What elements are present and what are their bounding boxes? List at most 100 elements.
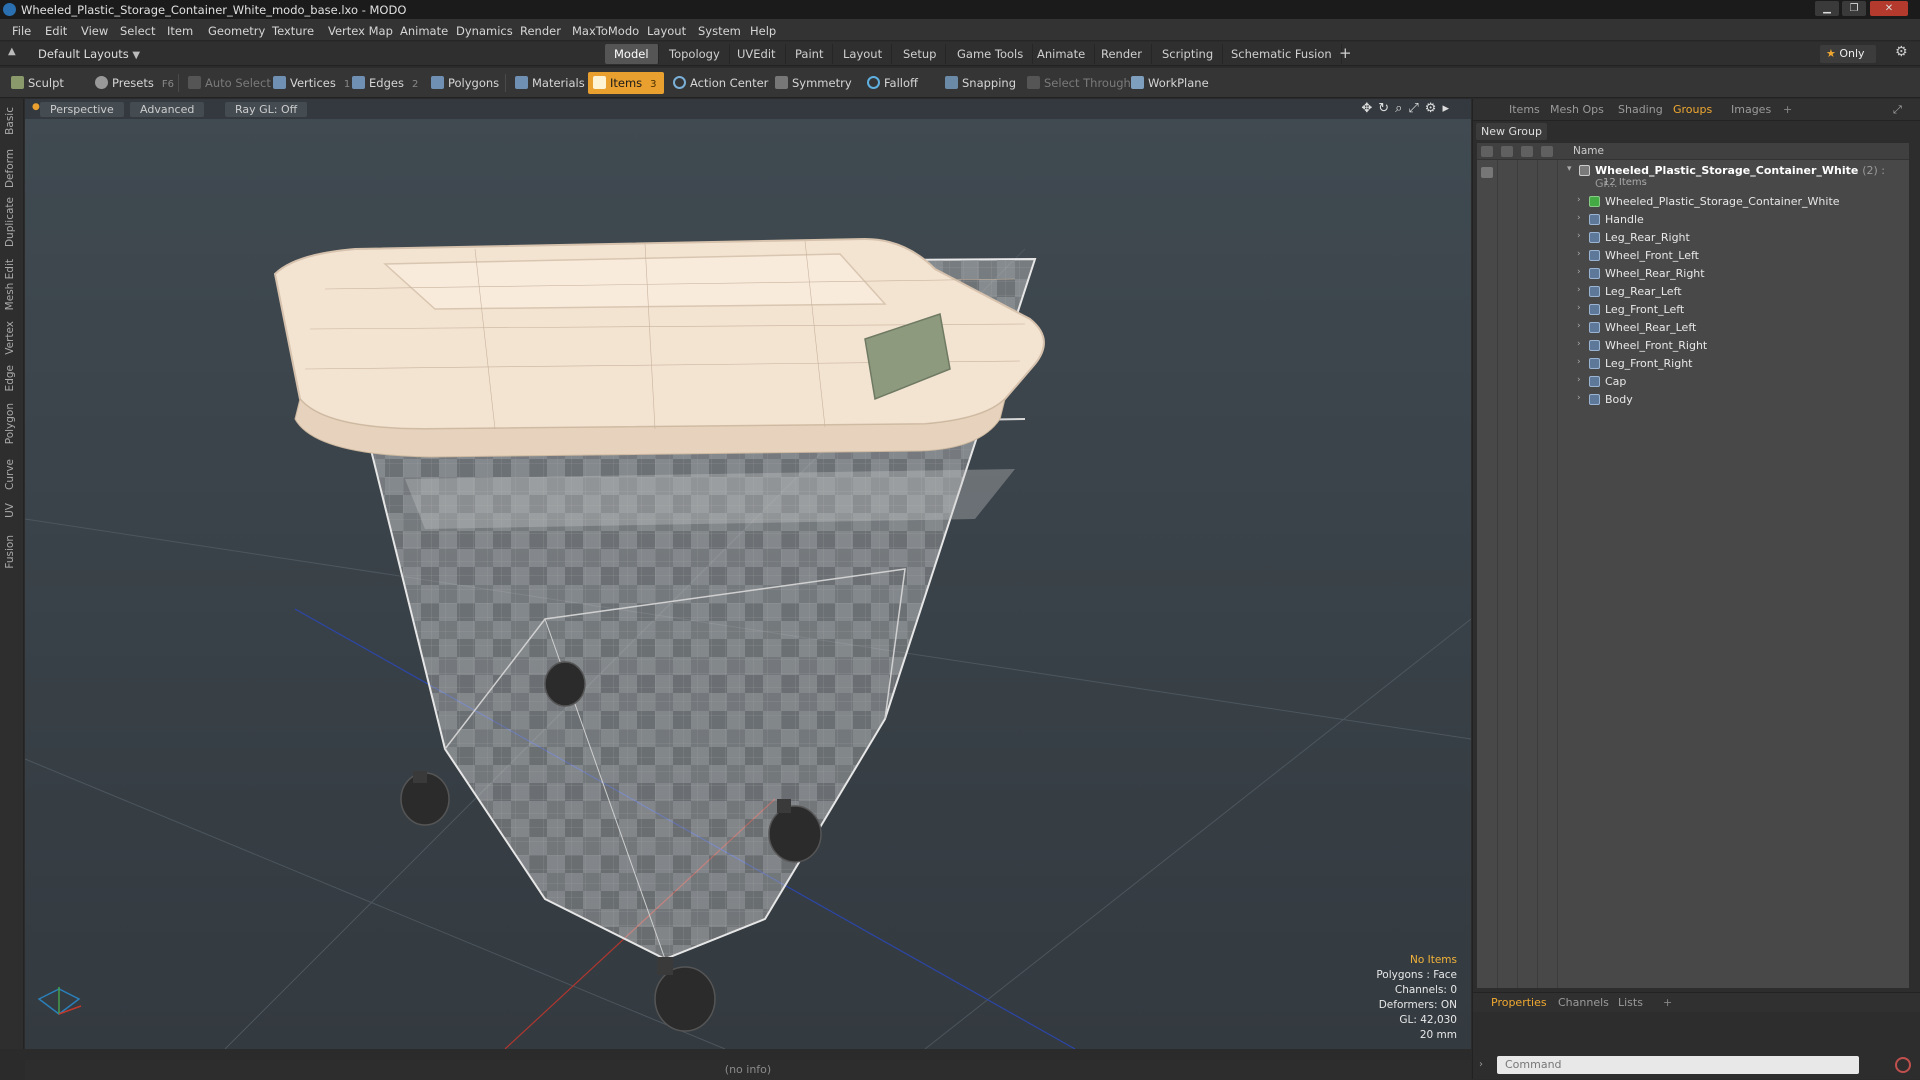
tab-setup[interactable]: Setup — [894, 44, 947, 64]
menu-vertex-map[interactable]: Vertex Map — [328, 24, 393, 38]
tab-model[interactable]: Model — [605, 44, 659, 64]
snapping-button[interactable]: Snapping — [940, 72, 1024, 94]
shading-button[interactable]: Advanced — [130, 102, 205, 117]
add-tab-button[interactable]: + — [1330, 44, 1361, 64]
chevron-right-icon[interactable]: › — [1577, 195, 1581, 205]
sculpt-button[interactable]: Sculpt — [6, 72, 72, 94]
chevron-right-icon[interactable]: › — [1577, 393, 1581, 403]
viewport-nav-icons[interactable]: ✥↻⌕⤢⚙▸ — [1361, 101, 1455, 116]
lefttab-curve[interactable]: Curve — [4, 459, 16, 490]
maximize-button[interactable]: ❐ — [1842, 1, 1866, 16]
group-item-row[interactable]: › Wheel_Rear_Right — [1477, 265, 1909, 283]
command-input[interactable]: Command — [1497, 1056, 1859, 1074]
group-item-row[interactable]: › Wheel_Rear_Left — [1477, 319, 1909, 337]
tab-scripting[interactable]: Scripting — [1153, 44, 1224, 64]
chevron-down-icon[interactable]: ▾ — [1567, 164, 1572, 174]
symmetry-button[interactable]: Symmetry — [770, 72, 860, 94]
lefttab-duplicate[interactable]: Duplicate — [4, 197, 16, 247]
menu-item[interactable]: Item — [167, 24, 193, 38]
lefttab-edge[interactable]: Edge — [4, 365, 16, 391]
menu-system[interactable]: System — [698, 24, 741, 38]
chevron-right-icon[interactable]: › — [1577, 303, 1581, 313]
lefttab-deform[interactable]: Deform — [4, 149, 16, 188]
tab-items[interactable]: Items — [1509, 103, 1540, 116]
tab-uvedit[interactable]: UVEdit — [728, 44, 786, 64]
chevron-right-icon[interactable]: › — [1577, 213, 1581, 223]
tab-layout[interactable]: Layout — [834, 44, 893, 64]
name-column-header[interactable]: Name — [1573, 145, 1604, 157]
chevron-right-icon[interactable]: › — [1577, 375, 1581, 385]
chevron-right-icon[interactable]: › — [1577, 267, 1581, 277]
layouts-dropdown[interactable]: Default Layouts ▼ — [38, 47, 140, 61]
expand-panel-icon[interactable]: ⤢ — [1893, 103, 1902, 117]
presets-button[interactable]: Presets F6 — [90, 72, 182, 94]
gear-icon[interactable]: ⚙ — [1895, 44, 1908, 60]
group-item-row[interactable]: › Leg_Front_Left — [1477, 301, 1909, 319]
view-mode-button[interactable]: Perspective — [40, 102, 124, 117]
tab-paint[interactable]: Paint — [786, 44, 834, 64]
collapse-icon[interactable]: ▲ — [8, 46, 16, 57]
group-item-row[interactable]: › Handle — [1477, 211, 1909, 229]
lefttab-polygon[interactable]: Polygon — [4, 403, 16, 444]
lefttab-uv[interactable]: UV — [4, 503, 16, 518]
menu-geometry[interactable]: Geometry — [208, 24, 265, 38]
chevron-right-icon[interactable]: › — [1577, 321, 1581, 331]
tab-shading[interactable]: Shading — [1618, 103, 1663, 116]
tab-topology[interactable]: Topology — [660, 44, 730, 64]
chevron-right-icon[interactable]: › — [1577, 339, 1581, 349]
chevron-right-icon[interactable]: › — [1577, 357, 1581, 367]
tab-render[interactable]: Render — [1092, 44, 1152, 64]
render-column-icon[interactable] — [1501, 146, 1513, 157]
group-item-row[interactable]: › Cap — [1477, 373, 1909, 391]
select-through-button[interactable]: Select Through — [1022, 72, 1139, 94]
chevron-right-icon[interactable]: › — [1577, 249, 1581, 259]
menu-dynamics[interactable]: Dynamics — [456, 24, 513, 38]
chevron-right-icon[interactable]: › — [1577, 285, 1581, 295]
command-history-button[interactable] — [1895, 1057, 1911, 1073]
auto-select-button[interactable]: Auto Select — [183, 72, 279, 94]
tab-schematic-fusion[interactable]: Schematic Fusion — [1222, 44, 1342, 64]
group-item-row[interactable]: › Wheel_Front_Right — [1477, 337, 1909, 355]
menu-select[interactable]: Select — [120, 24, 155, 38]
menu-render[interactable]: Render — [520, 24, 561, 38]
close-button[interactable]: ✕ — [1870, 1, 1908, 16]
lefttab-vertex[interactable]: Vertex — [4, 321, 16, 355]
action-center-button[interactable]: Action Center — [668, 72, 776, 94]
tab-images[interactable]: Images — [1731, 103, 1771, 116]
group-item-row[interactable]: › Body — [1477, 391, 1909, 409]
falloff-button[interactable]: Falloff — [862, 72, 926, 94]
add-panel-tab-icon[interactable]: + — [1783, 103, 1792, 116]
menu-file[interactable]: File — [12, 24, 31, 38]
tab-properties[interactable]: Properties — [1491, 996, 1547, 1009]
tab-channels[interactable]: Channels — [1558, 996, 1609, 1009]
tab-game-tools[interactable]: Game Tools — [948, 44, 1034, 64]
menu-animate[interactable]: Animate — [400, 24, 448, 38]
only-button[interactable]: ★ Only — [1820, 45, 1876, 63]
tab-mesh-ops[interactable]: Mesh Ops — [1550, 103, 1604, 116]
menu-texture[interactable]: Texture — [272, 24, 314, 38]
lefttab-fusion[interactable]: Fusion — [4, 535, 16, 569]
chevron-right-icon[interactable]: › — [1577, 231, 1581, 241]
raygl-button[interactable]: Ray GL: Off — [225, 102, 308, 117]
select-column-icon[interactable] — [1541, 146, 1553, 157]
new-group-button[interactable]: New Group — [1476, 123, 1547, 140]
materials-button[interactable]: Materials — [510, 72, 593, 94]
tab-groups[interactable]: Groups — [1673, 103, 1712, 116]
menu-view[interactable]: View — [81, 24, 108, 38]
add-properties-tab-icon[interactable]: + — [1663, 996, 1672, 1009]
edges-button[interactable]: Edges 2 — [347, 72, 426, 94]
vertices-button[interactable]: Vertices 1 — [268, 72, 358, 94]
menu-edit[interactable]: Edit — [45, 24, 67, 38]
visibility-column-icon[interactable] — [1481, 146, 1493, 157]
menu-layout[interactable]: Layout — [647, 24, 686, 38]
3d-viewport[interactable]: ● Perspective Advanced Ray GL: Off ✥↻⌕⤢⚙… — [25, 99, 1471, 1049]
lefttab-mesh-edit[interactable]: Mesh Edit — [4, 259, 16, 310]
menu-maxtomodo[interactable]: MaxToModo — [572, 24, 639, 38]
group-item-row[interactable]: › Wheeled_Plastic_Storage_Container_White — [1477, 193, 1909, 211]
workplane-button[interactable]: WorkPlane — [1126, 72, 1217, 94]
viewport-menu-icon[interactable]: ● — [32, 102, 40, 112]
group-item-row[interactable]: › Leg_Rear_Right — [1477, 229, 1909, 247]
tab-animate[interactable]: Animate — [1028, 44, 1096, 64]
polygons-button[interactable]: Polygons — [426, 72, 507, 94]
lefttab-basic[interactable]: Basic — [4, 107, 16, 135]
